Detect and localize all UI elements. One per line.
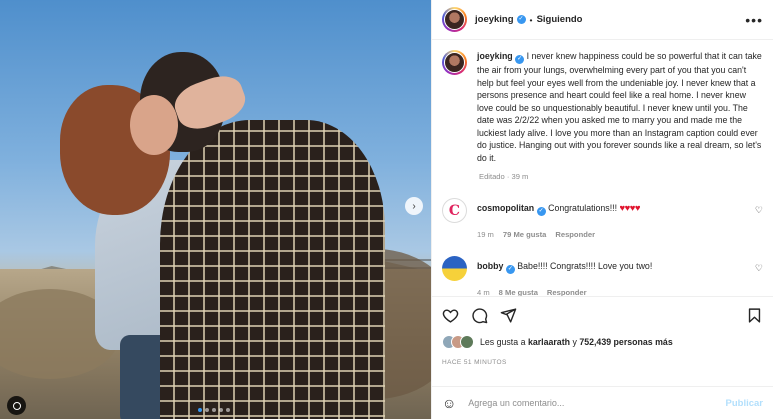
- caption-text: joeyking ✓ I never knew happiness could …: [477, 50, 763, 164]
- post-side-panel: joeyking ✓ • Siguiendo ••• joeyking ✓ I …: [431, 0, 773, 419]
- following-button[interactable]: Siguiendo: [537, 14, 583, 25]
- comment-avatar[interactable]: C: [442, 198, 467, 223]
- comment-time[interactable]: 19 m: [477, 230, 494, 239]
- comment-text: Babe!!!! Congrats!!!! Love you two!: [517, 261, 653, 271]
- caption-edited-label: Editado · 39 m: [479, 172, 529, 181]
- carousel-dot: [198, 408, 202, 412]
- emoji-smiley-icon[interactable]: ☺: [442, 395, 456, 411]
- add-comment-bar: ☺ Publicar: [432, 386, 773, 419]
- author-username[interactable]: joeyking: [475, 14, 514, 25]
- liker-avatar[interactable]: [460, 335, 474, 349]
- comment: bobby ✓ Babe!!!! Congrats!!!! Love you t…: [442, 256, 763, 296]
- likes-summary: Les gusta a karlaarath y 752,439 persona…: [442, 335, 763, 349]
- post-photo[interactable]: ›: [0, 0, 431, 419]
- photo-man-jacket: [160, 120, 385, 419]
- like-comment-heart-icon[interactable]: ♡: [755, 263, 763, 274]
- caption-author-username[interactable]: joeyking: [477, 51, 513, 61]
- comment: C cosmopolitan ✓ Congratulations!!! ♥♥♥♥…: [442, 198, 763, 239]
- carousel-dot: [205, 408, 209, 412]
- verified-badge-icon: ✓: [516, 15, 526, 24]
- comment-likes[interactable]: 79 Me gusta: [503, 230, 546, 239]
- post-header: joeyking ✓ • Siguiendo •••: [432, 0, 773, 40]
- comment-input[interactable]: [468, 398, 726, 408]
- verified-badge-icon: ✓: [505, 265, 515, 274]
- carousel-indicator: [198, 408, 230, 412]
- like-heart-icon[interactable]: [442, 307, 459, 324]
- instagram-post: › joeyking ✓ • Siguiendo ••• joeyking ✓ …: [0, 0, 773, 419]
- tagged-users-button[interactable]: [7, 396, 26, 415]
- comment-likes[interactable]: 8 Me gusta: [499, 288, 538, 296]
- reply-button[interactable]: Responder: [547, 288, 587, 296]
- author-avatar[interactable]: [442, 7, 467, 32]
- post-timestamp[interactable]: Hace 51 minutos: [442, 359, 763, 366]
- comment-bubble-icon[interactable]: [471, 307, 488, 324]
- photo-man-face: [130, 95, 178, 155]
- like-comment-heart-icon[interactable]: ♡: [755, 205, 763, 216]
- carousel-dot: [219, 408, 223, 412]
- verified-badge-icon: ✓: [536, 207, 546, 216]
- next-slide-button[interactable]: ›: [405, 197, 423, 215]
- likes-joiner: y: [572, 337, 577, 347]
- liker-username[interactable]: karlaarath: [528, 337, 570, 347]
- header-separator: •: [529, 14, 533, 25]
- comments-section[interactable]: joeyking ✓ I never knew happiness could …: [432, 40, 773, 296]
- caption-body: I never knew happiness could be so power…: [477, 51, 762, 163]
- caption-author-avatar[interactable]: [442, 50, 467, 75]
- post-caption: joeyking ✓ I never knew happiness could …: [442, 50, 763, 164]
- reply-button[interactable]: Responder: [555, 230, 595, 239]
- comment-text: Congratulations!!!: [548, 203, 618, 213]
- carousel-dot: [226, 408, 230, 412]
- comment-username[interactable]: bobby: [477, 261, 503, 271]
- comment-avatar[interactable]: [442, 256, 467, 281]
- comment-heart-emojis: ♥♥♥♥: [619, 203, 641, 214]
- likes-prefix: Les gusta a: [480, 337, 526, 347]
- publish-button[interactable]: Publicar: [726, 398, 764, 409]
- bookmark-save-icon[interactable]: [746, 307, 763, 324]
- likes-count[interactable]: 752,439 personas más: [579, 337, 672, 347]
- comment-time[interactable]: 4 m: [477, 288, 490, 296]
- post-actions: Les gusta a karlaarath y 752,439 persona…: [432, 296, 773, 386]
- share-send-icon[interactable]: [500, 307, 517, 324]
- chevron-right-icon: ›: [412, 200, 416, 212]
- more-options-icon[interactable]: •••: [745, 12, 763, 28]
- comment-username[interactable]: cosmopolitan: [477, 203, 534, 213]
- cosmopolitan-logo-icon: C: [448, 202, 461, 219]
- verified-badge-icon: ✓: [515, 55, 525, 64]
- user-tag-icon: [12, 401, 21, 410]
- carousel-dot: [212, 408, 216, 412]
